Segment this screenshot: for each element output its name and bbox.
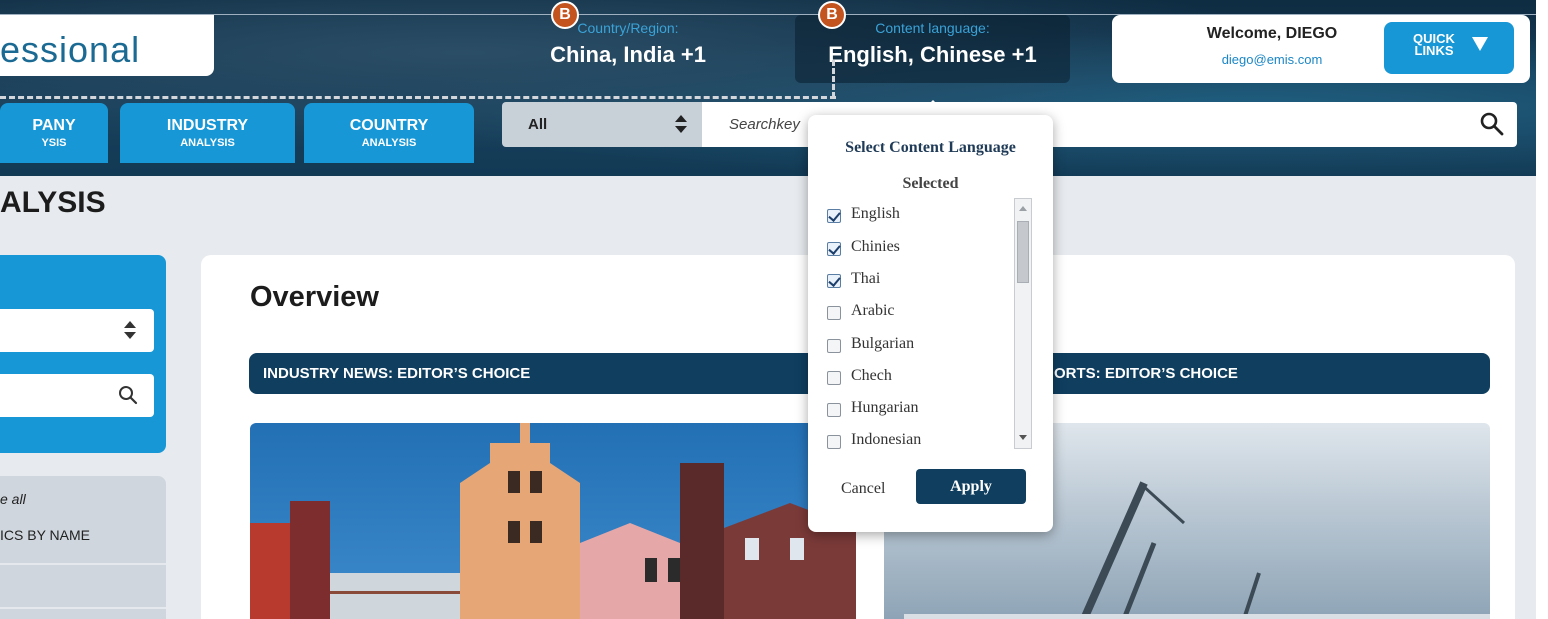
caret-down-icon <box>1472 37 1488 51</box>
scroll-up-icon[interactable] <box>1019 206 1027 211</box>
checkbox-unchecked[interactable] <box>827 403 841 417</box>
scroll-thumb[interactable] <box>1017 221 1029 283</box>
tab-country-analysis[interactable]: COUNTRY ANALYSIS <box>304 103 474 163</box>
checkbox-unchecked[interactable] <box>827 435 841 449</box>
search-icon[interactable] <box>1480 112 1504 136</box>
popup-title: Select Content Language <box>845 139 1016 156</box>
popup-subtitle: Selected <box>902 175 959 192</box>
callout-badge-country: B <box>551 1 579 29</box>
country-region-selector[interactable]: Country/Region: China, India +1 <box>512 15 744 83</box>
content-language-dropdown: Select Content Language Selected English… <box>808 115 1053 532</box>
sort-up-icon <box>124 321 136 328</box>
search-icon[interactable] <box>118 385 138 405</box>
welcome-text: Welcome, DIEGO <box>1206 25 1338 42</box>
search-scope-select[interactable]: All <box>502 102 702 147</box>
sidebar-item-topics-by-name[interactable]: ICS BY NAME <box>0 527 90 543</box>
section-reports-label: ORTS: EDITOR’S CHOICE <box>1054 365 1238 382</box>
scroll-down-icon[interactable] <box>1019 435 1027 440</box>
sidebar-divider <box>0 607 166 609</box>
sidebar-item-see-all[interactable]: e all <box>0 491 26 507</box>
sidebar-divider <box>0 563 166 565</box>
townhouses-illustration <box>250 423 856 619</box>
country-region-value: China, India +1 <box>550 42 706 67</box>
sidebar-filter-panel <box>0 255 166 453</box>
callout-dashed-line <box>0 96 836 99</box>
page-title: ALYSIS <box>0 186 106 219</box>
quick-links-button[interactable]: QUICK LINKS <box>1384 22 1514 74</box>
sort-down-icon <box>124 332 136 339</box>
language-list-scrollbar[interactable] <box>1014 198 1032 449</box>
content-language-value: English, Chinese +1 <box>828 42 1037 67</box>
sidebar-select[interactable] <box>0 309 154 352</box>
checkbox-unchecked[interactable] <box>827 371 841 385</box>
section-industry-news: INDUSTRY NEWS: EDITOR’S CHOICE <box>249 353 857 394</box>
checkbox-checked[interactable] <box>827 274 841 288</box>
callout-dashed-connector <box>832 60 835 98</box>
logo-text: essional <box>0 29 141 70</box>
search-scope-value: All <box>528 116 548 133</box>
checkbox-checked[interactable] <box>827 209 841 223</box>
checkbox-checked[interactable] <box>827 242 841 256</box>
tab-company-analysis[interactable]: PANY YSIS <box>0 103 108 163</box>
user-panel: Welcome, DIEGO diego@emis.com QUICK LINK… <box>1112 15 1530 83</box>
country-region-label: Country/Region: <box>577 20 679 36</box>
sidebar-search-input[interactable] <box>0 374 154 417</box>
user-email[interactable]: diego@emis.com <box>1152 52 1392 67</box>
cancel-button[interactable]: Cancel <box>841 480 885 498</box>
sort-down-icon <box>675 126 687 133</box>
search-placeholder: Searchkey <box>729 116 800 133</box>
overview-heading: Overview <box>250 281 379 313</box>
page-edge <box>1536 0 1548 619</box>
logo[interactable]: essional <box>0 15 214 76</box>
industry-news-image[interactable] <box>250 423 856 619</box>
popup-pointer <box>917 100 949 116</box>
tab-industry-analysis[interactable]: INDUSTRY ANALYSIS <box>120 103 295 163</box>
quick-links-label: QUICK LINKS <box>1413 31 1455 58</box>
checkbox-unchecked[interactable] <box>827 339 841 353</box>
sort-up-icon <box>675 115 687 122</box>
checkbox-unchecked[interactable] <box>827 306 841 320</box>
apply-button[interactable]: Apply <box>916 469 1026 504</box>
section-industry-news-label: INDUSTRY NEWS: EDITOR’S CHOICE <box>263 365 531 382</box>
callout-badge-language: B <box>818 1 846 29</box>
